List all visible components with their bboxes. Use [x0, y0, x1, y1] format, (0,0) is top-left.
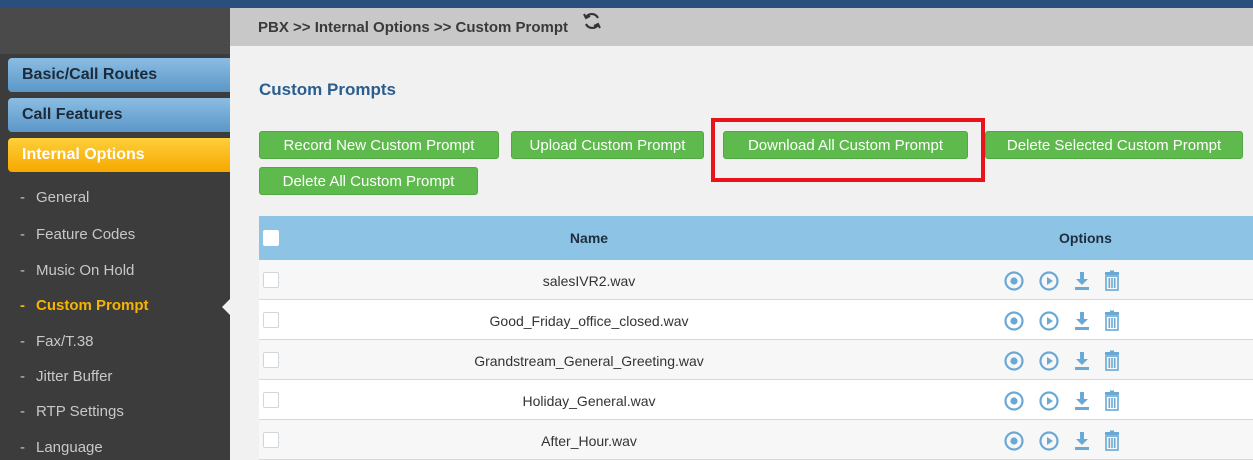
prompt-name: salesIVR2.wav: [542, 273, 636, 289]
sidebar-item-language[interactable]: - Language: [20, 439, 103, 456]
menu-label: Internal Options: [22, 146, 145, 163]
sidebar-menu-internal-options[interactable]: Internal Options: [8, 138, 230, 172]
sidebar-menu-basic-call-routes[interactable]: Basic/Call Routes: [8, 58, 230, 92]
table-header: Name Options: [259, 216, 1253, 260]
download-icon[interactable]: [1071, 430, 1093, 452]
column-header-options: Options: [1059, 230, 1112, 246]
row-checkbox[interactable]: [263, 272, 279, 288]
prompt-name: Holiday_General.wav: [522, 393, 656, 409]
row-checkbox[interactable]: [263, 352, 279, 368]
sidebar-item-music-on-hold[interactable]: - Music On Hold: [20, 262, 134, 279]
delete-icon[interactable]: [1101, 350, 1123, 372]
play-icon[interactable]: [1038, 430, 1060, 452]
sub-item-label: RTP Settings: [36, 403, 124, 420]
table-body: salesIVR2.wav Good_Friday_office_closed.…: [259, 260, 1253, 460]
table-row: Good_Friday_office_closed.wav: [259, 300, 1253, 340]
record-icon[interactable]: [1003, 270, 1025, 292]
delete-all-custom-prompt-button[interactable]: Delete All Custom Prompt: [259, 167, 478, 195]
row-checkbox[interactable]: [263, 432, 279, 448]
sidebar-item-fax-t38[interactable]: - Fax/T.38: [20, 333, 94, 350]
column-header-name[interactable]: Name: [309, 216, 869, 260]
record-icon[interactable]: [1003, 390, 1025, 412]
active-pointer: [222, 298, 231, 316]
sidebar-item-custom-prompt[interactable]: - Custom Prompt: [20, 297, 149, 314]
sub-item-label: Custom Prompt: [36, 297, 149, 314]
record-icon[interactable]: [1003, 350, 1025, 372]
download-icon[interactable]: [1071, 310, 1093, 332]
custom-prompt-table: Name Options salesIVR2.wav Good_Friday_o…: [259, 216, 1253, 460]
page-title: Custom Prompts: [259, 80, 396, 99]
play-icon[interactable]: [1038, 310, 1060, 332]
table-row: After_Hour.wav: [259, 420, 1253, 460]
sub-item-label: Jitter Buffer: [36, 368, 113, 385]
play-icon[interactable]: [1038, 390, 1060, 412]
delete-icon[interactable]: [1101, 310, 1123, 332]
table-row: Holiday_General.wav: [259, 380, 1253, 420]
download-icon[interactable]: [1071, 390, 1093, 412]
table-row: Grandstream_General_Greeting.wav: [259, 340, 1253, 380]
play-icon[interactable]: [1038, 270, 1060, 292]
sidebar-menu-call-features[interactable]: Call Features: [8, 98, 230, 132]
prompt-name: After_Hour.wav: [541, 433, 637, 449]
sidebar-item-jitter-buffer[interactable]: - Jitter Buffer: [20, 368, 112, 385]
breadcrumb: PBX >> Internal Options >> Custom Prompt: [230, 8, 1253, 46]
table-row: salesIVR2.wav: [259, 260, 1253, 300]
delete-selected-custom-prompt-button[interactable]: Delete Selected Custom Prompt: [985, 131, 1243, 159]
sidebar-header: [0, 8, 230, 54]
sub-item-label: Feature Codes: [36, 226, 136, 243]
sub-item-label: Music On Hold: [36, 262, 135, 279]
top-bar: [0, 0, 1253, 8]
row-checkbox[interactable]: [263, 312, 279, 328]
record-new-custom-prompt-button[interactable]: Record New Custom Prompt: [259, 131, 499, 159]
sidebar-item-rtp-settings[interactable]: - RTP Settings: [20, 403, 124, 420]
sidebar-item-feature-codes[interactable]: - Feature Codes: [20, 226, 135, 243]
select-all-checkbox[interactable]: [263, 230, 279, 246]
play-icon[interactable]: [1038, 350, 1060, 372]
delete-icon[interactable]: [1101, 270, 1123, 292]
delete-icon[interactable]: [1101, 390, 1123, 412]
upload-custom-prompt-button[interactable]: Upload Custom Prompt: [511, 131, 704, 159]
refresh-icon[interactable]: [582, 7, 602, 47]
prompt-name: Grandstream_General_Greeting.wav: [474, 353, 704, 369]
record-icon[interactable]: [1003, 310, 1025, 332]
record-icon[interactable]: [1003, 430, 1025, 452]
sub-item-label: General: [36, 189, 90, 206]
menu-label: Basic/Call Routes: [22, 66, 158, 83]
download-icon[interactable]: [1071, 270, 1093, 292]
breadcrumb-text: PBX >> Internal Options >> Custom Prompt: [258, 19, 569, 36]
download-icon[interactable]: [1071, 350, 1093, 372]
sub-item-label: Fax/T.38: [36, 333, 94, 350]
highlight-box: [711, 118, 985, 182]
sub-item-label: Language: [36, 439, 103, 456]
sidebar-item-general[interactable]: - General: [20, 189, 89, 206]
delete-icon[interactable]: [1101, 430, 1123, 452]
prompt-name: Good_Friday_office_closed.wav: [489, 313, 689, 329]
row-checkbox[interactable]: [263, 392, 279, 408]
menu-label: Call Features: [22, 106, 123, 123]
